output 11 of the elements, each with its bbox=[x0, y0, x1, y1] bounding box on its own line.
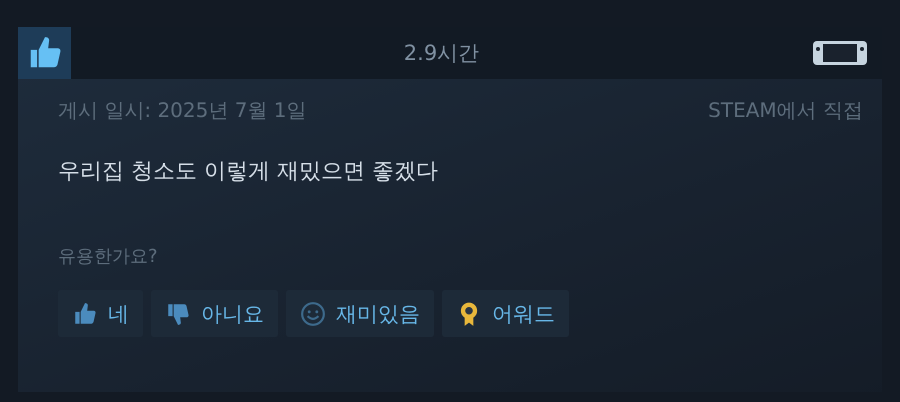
no-button[interactable]: 아니요 bbox=[151, 290, 278, 337]
award-button[interactable]: 어워드 bbox=[442, 290, 569, 337]
handheld-console-icon bbox=[812, 39, 868, 67]
yes-button[interactable]: 네 bbox=[58, 290, 143, 337]
smiley-icon bbox=[300, 300, 326, 326]
purchase-source: STEAM에서 직접 bbox=[708, 97, 863, 124]
helpful-prompt: 유용한가요? bbox=[58, 245, 159, 268]
posted-date: 게시 일시: 2025년 7월 1일 bbox=[58, 97, 307, 124]
funny-button[interactable]: 재미있음 bbox=[286, 290, 434, 337]
review-text: 우리집 청소도 이렇게 재밌으면 좋겠다 bbox=[58, 158, 439, 186]
playtime: 2.9시간 bbox=[402, 40, 480, 67]
